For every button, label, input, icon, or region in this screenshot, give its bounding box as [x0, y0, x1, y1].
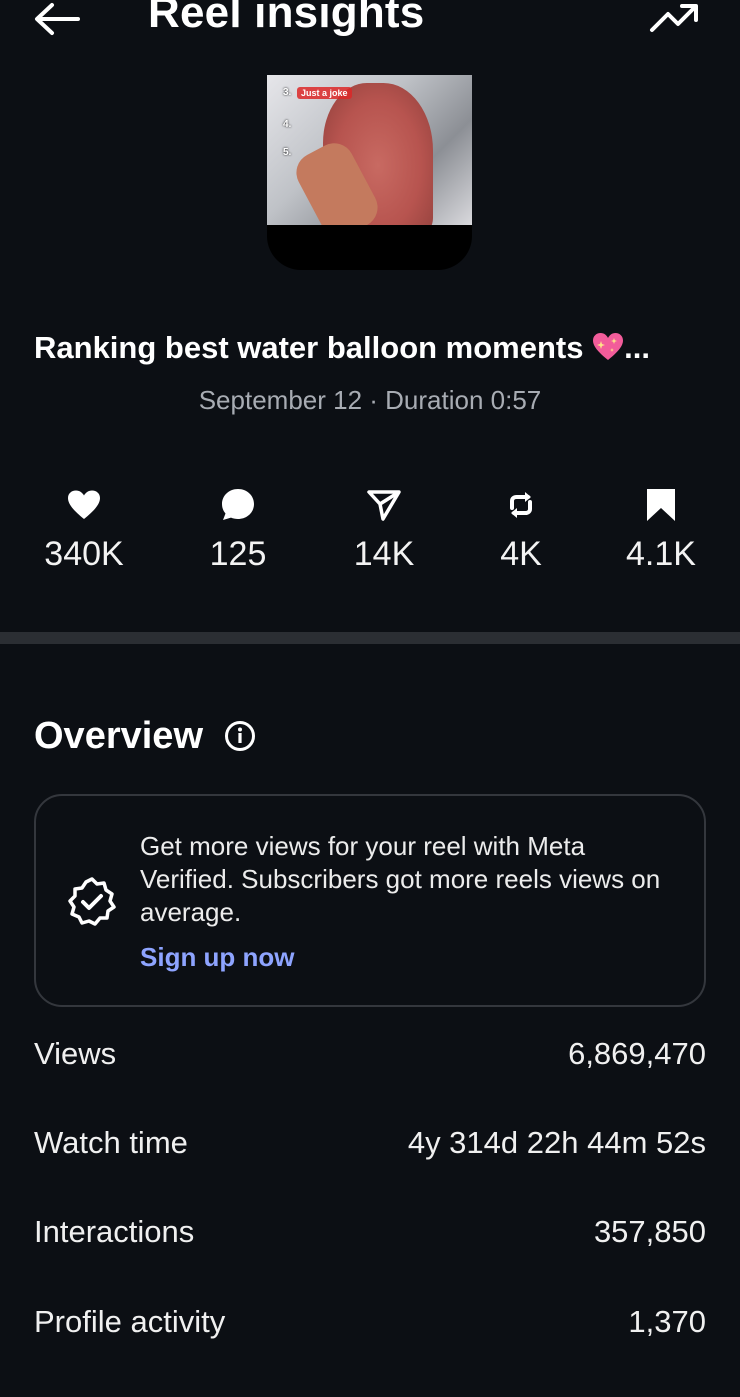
- watch-time-label: Watch time: [34, 1125, 188, 1160]
- reel-caption: Ranking best water balloon moments ...: [34, 330, 650, 366]
- overview-title: Overview: [34, 715, 203, 757]
- sparkling-heart-icon: [593, 333, 624, 360]
- likes-count: 340K: [44, 535, 124, 573]
- profile-activity-value: 1,370: [628, 1304, 706, 1339]
- interactions-row[interactable]: Interactions 357,850: [34, 1214, 706, 1258]
- sign-up-now-link[interactable]: Sign up now: [140, 942, 295, 973]
- repost-icon: [510, 492, 532, 518]
- reel-thumbnail[interactable]: 3. Just a joke 4. 5.: [267, 75, 472, 270]
- views-label: Views: [34, 1036, 117, 1071]
- watch-time-value: 4y 314d 22h 44m 52s: [407, 1125, 706, 1160]
- comment-icon: [222, 489, 254, 520]
- reposts-stat: 4K: [456, 485, 586, 574]
- thumbnail-joke-label: Just a joke: [297, 87, 352, 99]
- saves-count: 4.1K: [626, 535, 696, 573]
- share-icon: [367, 490, 401, 521]
- saves-stat: 4.1K: [596, 485, 726, 574]
- header: Reel insights: [0, 0, 740, 60]
- thumbnail-rank-3: 3.: [283, 87, 292, 98]
- comments-stat: 125: [173, 485, 303, 574]
- watch-time-row[interactable]: Watch time 4y 314d 22h 44m 52s: [34, 1125, 706, 1169]
- trending-up-icon: [650, 4, 698, 32]
- arrow-left-icon: [35, 3, 80, 35]
- promo-text: Get more views for your reel with Meta V…: [140, 831, 661, 927]
- likes-stat: 340K: [19, 485, 149, 574]
- views-value: 6,869,470: [568, 1036, 706, 1071]
- reel-insights-screen: Reel insights 3. Just a joke 4. 5. Ranki…: [0, 0, 740, 1397]
- interactions-value: 357,850: [593, 1214, 706, 1249]
- meta-verified-promo: Get more views for your reel with Meta V…: [34, 794, 706, 1007]
- comments-count: 125: [209, 535, 267, 573]
- overview-info-button[interactable]: [224, 720, 256, 752]
- back-button[interactable]: [30, 0, 86, 40]
- verified-badge-icon: [68, 877, 116, 926]
- reposts-count: 4K: [500, 535, 542, 573]
- shares-stat: 14K: [319, 485, 449, 574]
- thumbnail-rank-5: 5.: [283, 147, 292, 158]
- profile-activity-label: Profile activity: [34, 1304, 226, 1339]
- info-icon: [225, 721, 255, 751]
- thumbnail-rank-4: 4.: [283, 119, 292, 130]
- profile-activity-row[interactable]: Profile activity 1,370: [34, 1304, 706, 1348]
- views-row[interactable]: Views 6,869,470: [34, 1036, 706, 1080]
- reel-thumbnail-image: 3. Just a joke 4. 5.: [267, 75, 472, 225]
- reel-date-duration: September 12 · Duration 0:57: [198, 385, 542, 415]
- trends-button[interactable]: [648, 0, 704, 40]
- caption-ellipsis: ...: [624, 330, 650, 365]
- shares-count: 14K: [353, 535, 415, 573]
- caption-text: Ranking best water balloon moments: [34, 330, 584, 365]
- heart-icon: [68, 490, 100, 519]
- section-divider: [0, 632, 740, 644]
- page-title: Reel insights: [148, 0, 425, 37]
- interactions-label: Interactions: [34, 1214, 195, 1249]
- bookmark-icon: [647, 489, 675, 521]
